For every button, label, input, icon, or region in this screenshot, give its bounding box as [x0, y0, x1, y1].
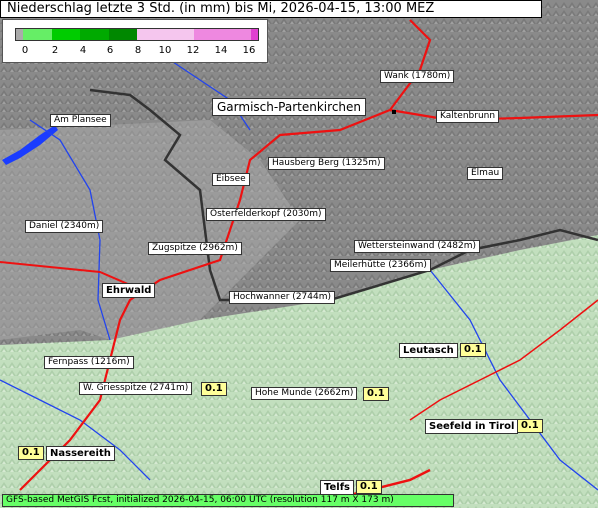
place-label-zugspitze: Zugspitze (2962m) [148, 242, 242, 255]
place-label-hausberg: Hausberg Berg (1325m) [268, 157, 385, 170]
place-label-meilerhuette: Meilerhütte (2366m) [330, 259, 431, 272]
legend-tick: 14 [214, 45, 228, 56]
forecast-footer: GFS-based MetGIS Fcst, initialized 2026-… [2, 494, 454, 507]
precip-legend: 0 2 4 6 8 10 12 14 16 [2, 19, 268, 63]
place-label-eibsee: Eibsee [212, 173, 250, 186]
legend-tick: 2 [51, 45, 59, 56]
precip-value-seefeld: 0.1 [517, 419, 543, 433]
town-marker [392, 110, 396, 114]
place-label-fernpass: Fernpass (1216m) [44, 356, 134, 369]
legend-tick: 8 [134, 45, 142, 56]
place-label-osterfelderkopf: Osterfelderkopf (2030m) [206, 208, 326, 221]
place-label-garmisch: Garmisch-Partenkirchen [212, 98, 367, 116]
place-label-telfs: Telfs [320, 480, 355, 495]
legend-swatch [16, 29, 24, 40]
precip-value-griesspitze: 0.1 [201, 382, 227, 396]
legend-tick: 4 [79, 45, 87, 56]
legend-swatch [250, 29, 258, 40]
precip-value-hohe-munde: 0.1 [363, 387, 389, 401]
legend-swatch [51, 29, 81, 40]
legend-tick: 0 [21, 45, 29, 56]
map-title: Niederschlag letzte 3 Std. (in mm) bis M… [0, 0, 542, 18]
legend-swatch [23, 29, 52, 40]
place-label-elmau: Elmau [467, 167, 504, 180]
legend-tick: 6 [106, 45, 114, 56]
place-label-kaltenbrunn: Kaltenbrunn [436, 110, 500, 123]
place-label-wettersteinwand: Wettersteinwand (2482m) [354, 240, 481, 253]
precip-value-leutasch: 0.1 [460, 343, 486, 357]
legend-tick: 12 [186, 45, 200, 56]
place-label-leutasch: Leutasch [399, 343, 458, 358]
legend-tick: 16 [242, 45, 256, 56]
legend-swatch [137, 29, 194, 40]
place-label-griesspitze: W. Griesspitze (2741m) [79, 382, 193, 395]
place-label-am-plansee: Am Plansee [50, 114, 111, 127]
place-label-hohe-munde: Hohe Munde (2662m) [251, 387, 358, 400]
place-label-hochwanner: Hochwanner (2744m) [229, 291, 336, 304]
place-label-nassereith: Nassereith [46, 446, 115, 461]
precip-value-telfs: 0.1 [356, 480, 382, 494]
legend-swatch [193, 29, 251, 40]
legend-swatch [80, 29, 109, 40]
place-label-wank: Wank (1780m) [380, 70, 455, 83]
place-label-daniel: Daniel (2340m) [25, 220, 104, 233]
place-label-seefeld: Seefeld in Tirol [425, 419, 519, 434]
legend-color-bar [15, 28, 259, 41]
legend-tick: 10 [158, 45, 172, 56]
precip-value-nassereith: 0.1 [18, 446, 44, 460]
place-label-ehrwald: Ehrwald [102, 283, 156, 298]
legend-swatch [108, 29, 137, 40]
